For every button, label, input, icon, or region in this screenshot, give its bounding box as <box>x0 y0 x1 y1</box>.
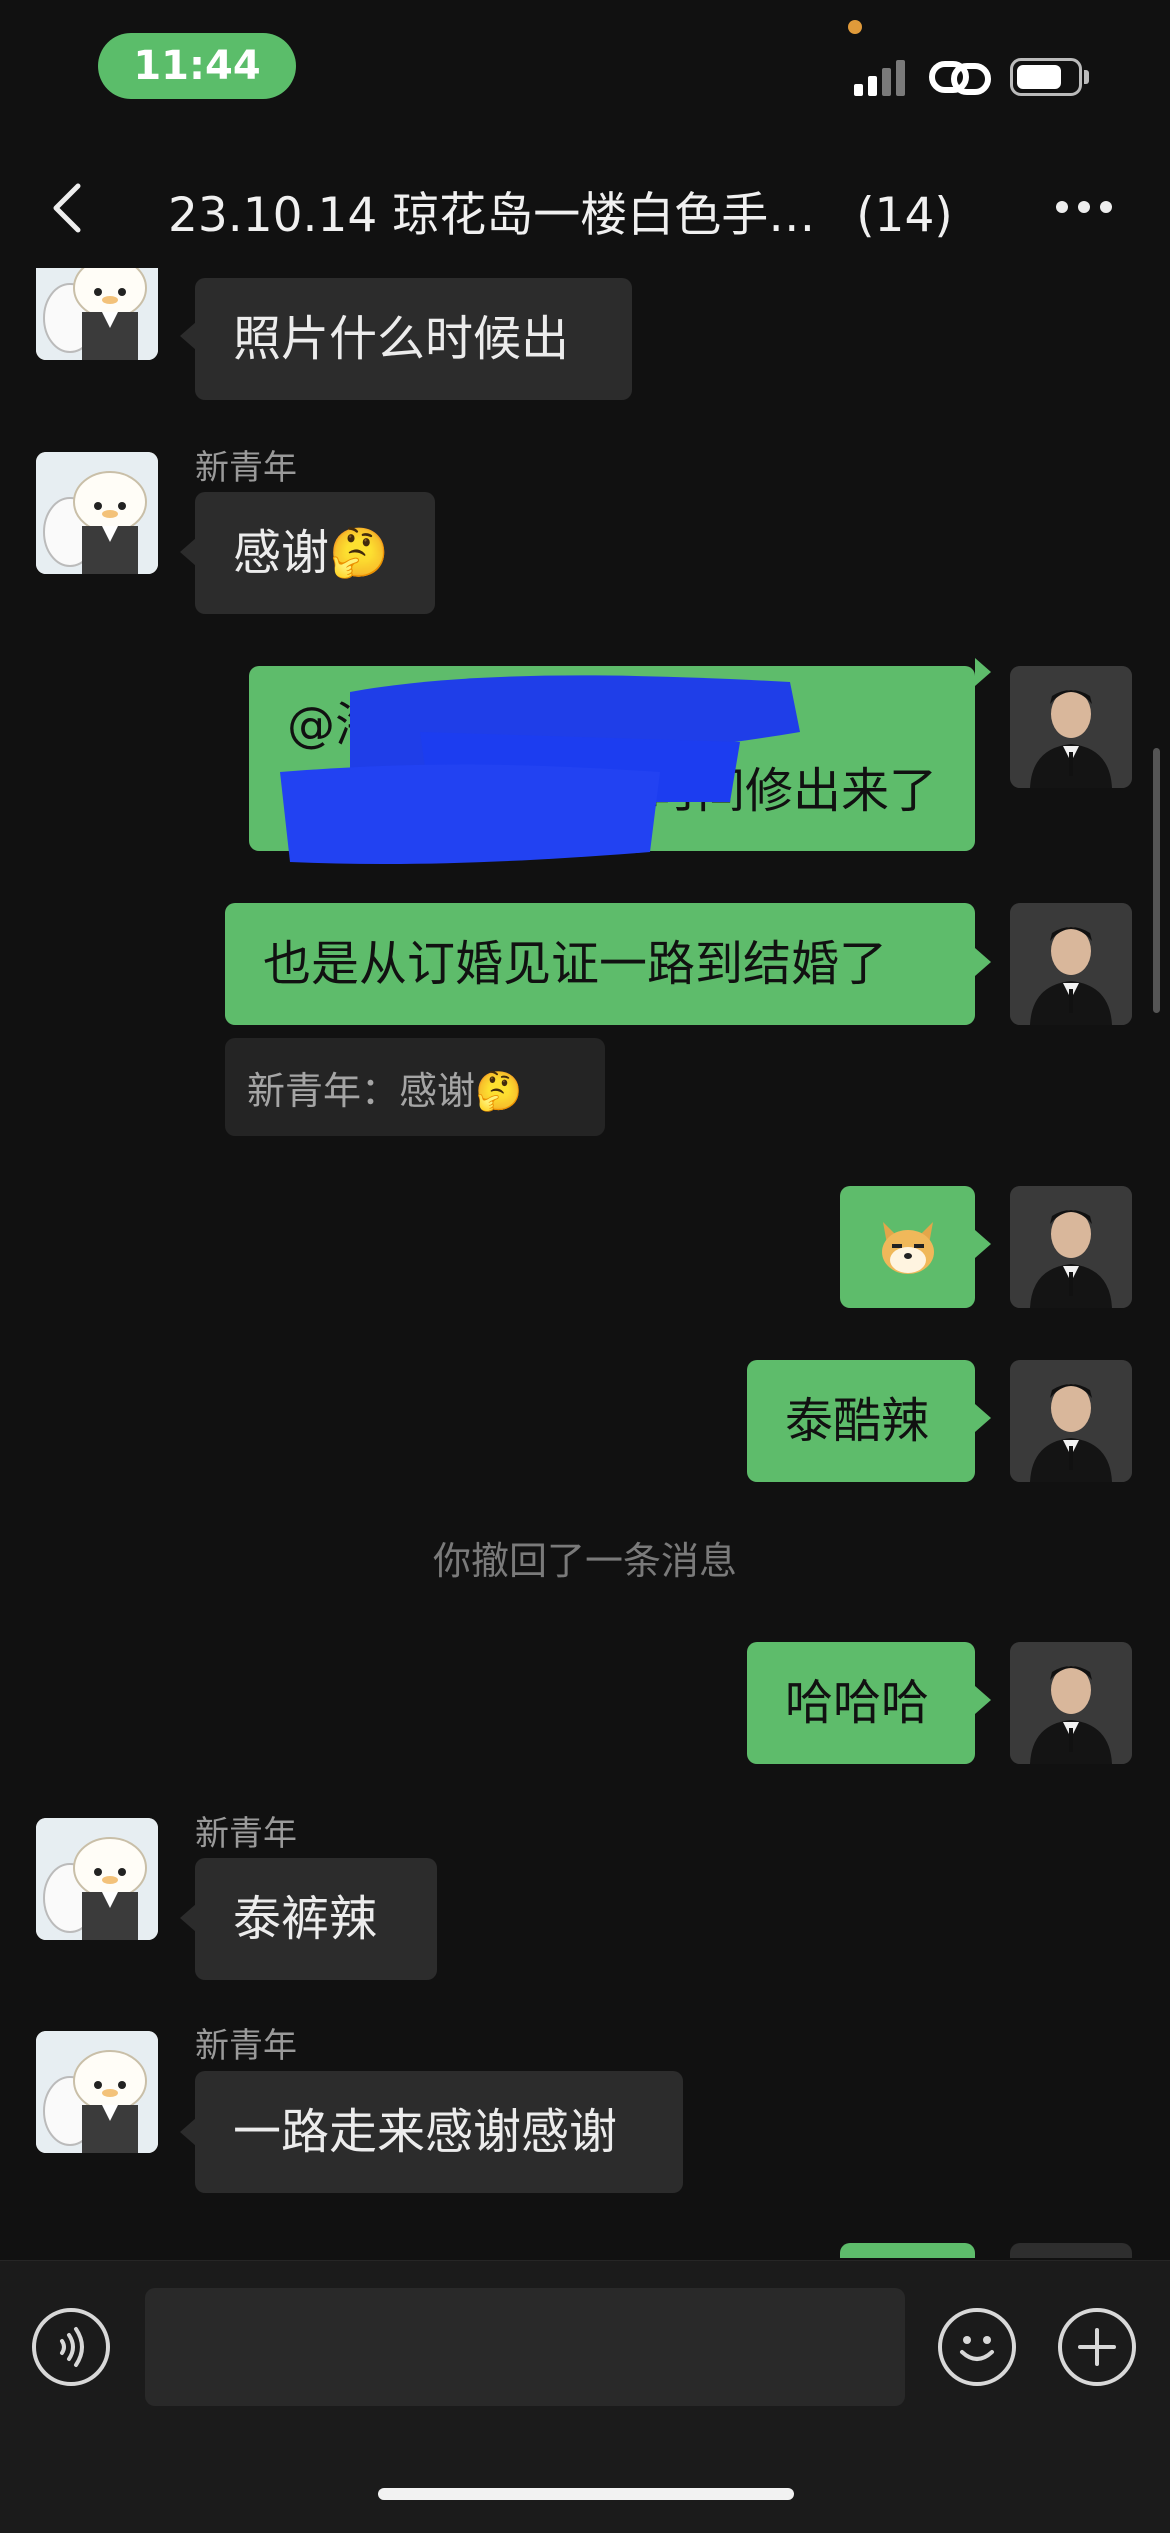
bubble-tail <box>975 1230 991 1258</box>
portrait-photo <box>1010 1186 1132 1308</box>
sheep-cartoon-icon <box>36 1818 158 1940</box>
sheep-cartoon-icon <box>36 2031 158 2153</box>
quote-text: 新青年：感谢🤔 <box>247 1068 523 1113</box>
link-icon <box>929 61 991 95</box>
bubble-tail <box>180 322 196 350</box>
message-bubble[interactable] <box>840 1186 975 1308</box>
message-text: 一路走来感谢感谢 <box>233 2104 618 2160</box>
sheep-cartoon-icon <box>36 268 158 360</box>
home-indicator[interactable] <box>378 2488 794 2500</box>
bubble-tail <box>180 1904 196 1932</box>
voice-icon[interactable] <box>32 2308 110 2386</box>
message-text: 泰酷辣 <box>785 1393 930 1449</box>
message-bubble[interactable]: 照片什么时候出 <box>195 278 632 400</box>
message-bubble[interactable]: 一路走来感谢感谢 <box>195 2071 683 2193</box>
my-avatar[interactable] <box>1010 903 1132 1025</box>
message-bubble-partial[interactable] <box>840 2243 975 2258</box>
my-avatar[interactable] <box>1010 2243 1132 2258</box>
sheep-cartoon-icon <box>36 452 158 574</box>
message-text: 泰裤辣 <box>233 1891 378 1947</box>
signal-icon <box>854 60 905 96</box>
member-count: (14) <box>856 188 953 243</box>
bubble-tail <box>975 1404 991 1432</box>
chat-title-text: 23.10.14 琼花岛一楼白色手… <box>168 188 816 243</box>
portrait-photo <box>1010 666 1132 788</box>
sender-name: 新青年 <box>195 2026 297 2066</box>
chat-area[interactable]: 照片什么时候出 新青年 感谢🤔 @海 时间修出来了 也是从订婚见证一路到结婚了 … <box>0 268 1170 2258</box>
my-avatar[interactable] <box>1010 1360 1132 1482</box>
contact-avatar[interactable] <box>36 452 158 574</box>
plus-icon[interactable] <box>1058 2308 1136 2386</box>
bubble-tail <box>180 538 196 566</box>
message-bubble[interactable]: 哈哈哈 <box>747 1642 975 1764</box>
battery-icon <box>1010 58 1082 96</box>
message-bubble[interactable]: 泰裤辣 <box>195 1858 437 1980</box>
doge-emoji-icon <box>881 1222 934 1274</box>
bubble-tail <box>975 948 991 976</box>
portrait-photo <box>1010 1360 1132 1482</box>
bubble-tail <box>975 658 991 686</box>
privacy-indicator-dot <box>848 20 862 34</box>
sender-name: 新青年 <box>195 1814 297 1854</box>
message-bubble[interactable]: 也是从订婚见证一路到结婚了 <box>225 903 975 1025</box>
message-text: 感谢🤔 <box>233 525 389 581</box>
my-avatar[interactable] <box>1010 1186 1132 1308</box>
redaction-scribble <box>280 675 800 864</box>
message-bubble[interactable]: 泰酷辣 <box>747 1360 975 1482</box>
contact-avatar[interactable] <box>36 268 158 360</box>
message-text: 哈哈哈 <box>785 1675 930 1731</box>
bubble-tail <box>975 1686 991 1714</box>
bubble-tail <box>180 2118 196 2146</box>
my-avatar[interactable] <box>1010 1642 1132 1764</box>
chevron-left-icon[interactable] <box>46 180 86 236</box>
emoji-icon[interactable] <box>938 2308 1016 2386</box>
recall-notice: 你撤回了一条消息 <box>432 1539 737 1583</box>
portrait-photo <box>1010 1642 1132 1764</box>
portrait-photo <box>1010 903 1132 1025</box>
quoted-message[interactable]: 新青年：感谢🤔 <box>225 1038 605 1136</box>
contact-avatar[interactable] <box>36 1818 158 1940</box>
my-avatar[interactable] <box>1010 666 1132 788</box>
message-bubble[interactable]: 感谢🤔 <box>195 492 435 614</box>
battery-cap <box>1084 70 1089 84</box>
more-dots-icon[interactable] <box>1052 194 1116 220</box>
status-time: 11:44 <box>98 33 296 99</box>
chat-title: 23.10.14 琼花岛一楼白色手… (14) <box>168 176 988 245</box>
sender-name: 新青年 <box>195 448 297 488</box>
message-text: 照片什么时候出 <box>233 311 570 367</box>
scrollbar[interactable] <box>1153 748 1160 1013</box>
message-text: 也是从订婚见证一路到结婚了 <box>263 936 888 992</box>
message-input[interactable] <box>145 2288 905 2406</box>
contact-avatar[interactable] <box>36 2031 158 2153</box>
